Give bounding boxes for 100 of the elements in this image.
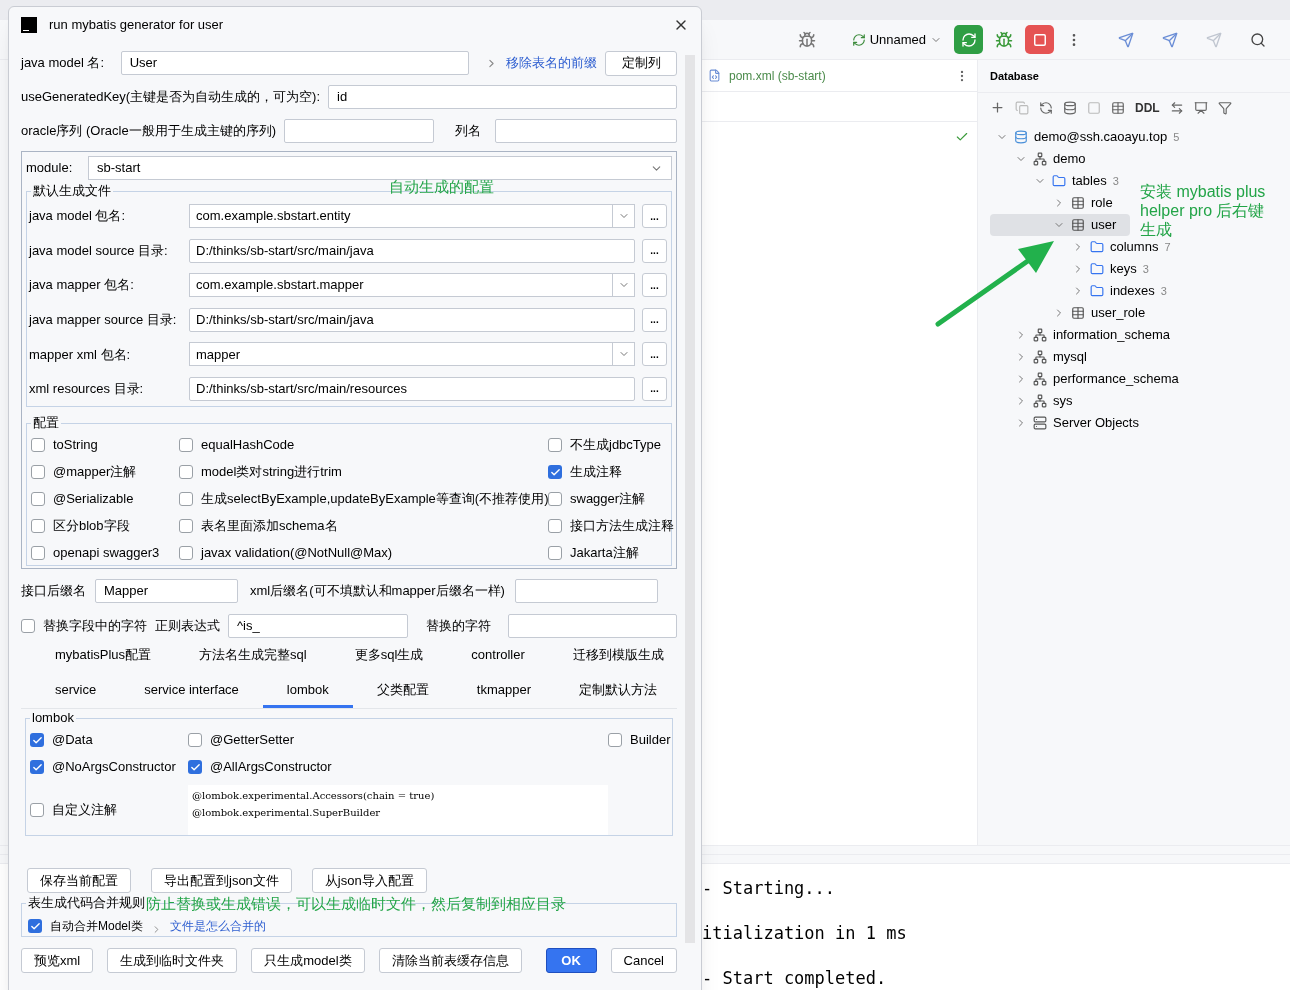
copy-icon[interactable] [1015,100,1029,115]
tree-item[interactable]: demo [990,148,1090,170]
module-select[interactable]: sb-start [88,156,672,180]
database-icon[interactable] [1063,100,1077,115]
refresh-icon[interactable] [1039,100,1053,115]
dialog-button[interactable]: 导出配置到json文件 [151,868,292,893]
checkbox[interactable] [31,546,45,560]
merge-help-link[interactable]: 文件是怎么合并的 [169,917,266,935]
checkbox[interactable] [30,760,44,774]
text-field[interactable] [508,614,677,638]
tab[interactable]: lombok [262,675,353,708]
text-field[interactable]: id [328,85,677,109]
checkbox[interactable] [179,438,193,452]
editor-tab[interactable]: pom.xml (sb-start) [708,66,826,85]
paper-plane-icon[interactable] [1118,31,1134,48]
search-icon[interactable] [1250,31,1266,48]
paper-plane-icon[interactable] [1162,31,1178,48]
browse-button[interactable]: ... [642,342,667,367]
tree-item[interactable]: mysql [990,346,1091,368]
checkbox[interactable] [188,760,202,774]
tab[interactable]: 方法名生成完整sql [175,640,331,673]
checkbox[interactable] [179,492,193,506]
checkbox[interactable] [179,546,193,560]
tree-item[interactable]: sys [990,390,1077,412]
rerun-button[interactable] [954,25,983,54]
browse-button[interactable]: ... [642,307,667,332]
text-field[interactable]: D:/thinks/sb-start/src/main/java [189,307,635,332]
tree-item[interactable]: information_schema [990,324,1175,346]
dialog-button[interactable]: 清除当前表缓存信息 [378,948,522,973]
compare-icon[interactable] [1169,100,1184,115]
dialog-button[interactable]: OK [545,948,597,973]
tree-item[interactable]: demo@ssh.caoayu.top 5 [990,126,1184,148]
text-field[interactable]: ^is_ [228,614,408,638]
tree-item[interactable]: keys 3 [990,258,1153,280]
text-field[interactable] [515,579,658,603]
checkbox[interactable] [31,438,45,452]
dialog-button[interactable]: 预览xml [21,948,94,973]
checkbox[interactable] [548,492,562,506]
checkbox[interactable] [179,519,193,533]
checkbox[interactable] [548,546,562,560]
checkbox[interactable] [28,919,42,933]
tab[interactable]: service [31,675,121,708]
bug-icon[interactable] [797,30,816,49]
text-field[interactable]: D:/thinks/sb-start/src/main/java [189,238,635,263]
tab[interactable]: mybatisPlus配置 [31,640,176,673]
tree-item[interactable]: performance_schema [990,368,1183,390]
text-field[interactable]: User [120,51,470,75]
checkbox[interactable] [21,619,35,633]
checkbox[interactable] [30,803,44,817]
dialog-button[interactable]: 生成到临时文件夹 [107,948,238,973]
browse-button[interactable]: ... [642,376,667,401]
tree-item[interactable]: role [990,192,1117,214]
dialog-button[interactable]: Cancel [610,948,677,973]
ddl-button[interactable]: DDL [1135,98,1160,117]
checkbox[interactable] [548,465,562,479]
table-icon[interactable] [1111,100,1125,115]
checkbox[interactable] [548,438,562,452]
tree-item[interactable]: user [990,214,1131,236]
tree-item[interactable]: columns 7 [990,236,1175,258]
dialog-button[interactable]: 定制列 [605,50,677,76]
browse-button[interactable]: ... [642,238,667,263]
tab[interactable]: 定制默认方法 [554,675,681,708]
tree-item[interactable]: indexes 3 [990,280,1171,302]
run-config-selector[interactable]: Unnamed [851,29,942,50]
tab[interactable]: 父类配置 [352,675,453,708]
checkbox[interactable] [31,465,45,479]
text-field[interactable]: D:/thinks/sb-start/src/main/resources [189,376,635,401]
checkbox[interactable] [31,519,45,533]
browse-button[interactable]: ... [642,273,667,298]
tree-item[interactable]: user_role [990,302,1150,324]
checkbox[interactable] [31,492,45,506]
checkbox[interactable] [548,519,562,533]
combo-box[interactable]: com.example.sbstart.entity [189,204,635,228]
tab[interactable]: controller [447,640,549,673]
tab[interactable]: tkmapper [452,675,555,708]
add-icon[interactable] [990,100,1005,115]
text-field[interactable] [494,119,677,143]
remove-prefix-link[interactable]: 移除表名的前缀 [506,53,598,73]
stop-button[interactable] [1025,25,1054,54]
text-field[interactable]: Mapper [95,579,238,603]
debug-icon[interactable] [995,30,1013,49]
paper-plane-icon[interactable] [1206,31,1222,48]
tree-item[interactable]: Server Objects [990,412,1143,434]
browse-button[interactable]: ... [642,204,667,228]
tab[interactable]: 迁移到模版生成 [548,640,688,673]
dialog-button[interactable]: 从json导入配置 [311,868,427,893]
checkbox[interactable] [179,465,193,479]
text-field[interactable] [283,119,434,143]
annotation-text-area[interactable]: @lombok.experimental.Accessors(chain = true) @lombok.experimental.SuperBuilder [188,785,608,835]
checkbox[interactable] [608,733,622,747]
tab[interactable]: service interface [120,675,263,708]
checkbox[interactable] [30,733,44,747]
filter-icon[interactable] [1217,100,1232,115]
dialog-button[interactable]: 只生成model类 [251,948,365,973]
tab[interactable]: 更多sql生成 [330,640,448,673]
combo-box[interactable]: mapper [189,342,635,367]
checkbox[interactable] [188,733,202,747]
tree-item[interactable]: tables 3 [990,170,1123,192]
dialog-button[interactable]: 保存当前配置 [27,868,131,893]
combo-box[interactable]: com.example.sbstart.mapper [189,273,635,298]
